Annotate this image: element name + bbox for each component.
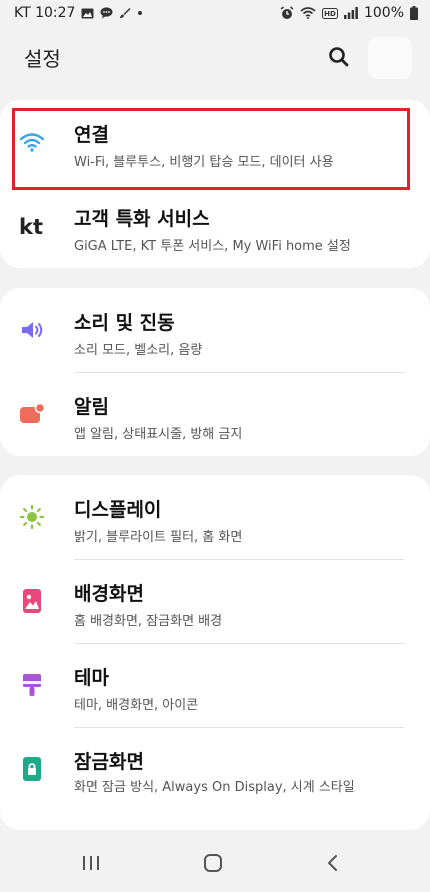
- page-title: 설정: [24, 47, 61, 71]
- dot-icon: [137, 10, 143, 16]
- settings-item-wallpaper[interactable]: 배경화면 홈 배경화면, 잠금화면 배경: [0, 559, 430, 643]
- theme-brush-icon: [18, 671, 46, 699]
- brush-icon: [119, 7, 131, 19]
- settings-item-lock-screen[interactable]: 잠금화면 화면 잠금 방식, Always On Display, 시계 스타일: [0, 727, 430, 830]
- kt-logo-icon: kt: [18, 212, 46, 240]
- signal-icon: [343, 7, 358, 19]
- chat-icon: [100, 7, 113, 19]
- settings-header: 설정: [0, 26, 430, 88]
- wifi-icon: [300, 7, 316, 19]
- settings-item-themes[interactable]: 테마 테마, 배경화면, 아이콘: [0, 643, 430, 727]
- item-title: 테마: [74, 667, 109, 689]
- item-subtitle: 밝기, 블루라이트 필터, 홈 화면: [74, 530, 243, 545]
- status-right: HD 100%: [280, 5, 418, 21]
- wallpaper-icon: [18, 587, 46, 615]
- settings-item-sounds[interactable]: 소리 및 진동 소리 모드, 벨소리, 음량: [0, 288, 430, 372]
- recents-icon[interactable]: [76, 848, 106, 878]
- svg-text:HD: HD: [324, 10, 336, 18]
- status-bar: KT 10:27 HD 100%: [0, 0, 430, 26]
- speaker-icon: [18, 316, 46, 344]
- item-title: 알림: [74, 396, 109, 418]
- status-left: KT 10:27: [14, 5, 143, 21]
- settings-item-display[interactable]: 디스플레이 밝기, 블루라이트 필터, 홈 화면: [0, 475, 430, 559]
- item-subtitle: 앱 알림, 상태표시줄, 방해 금지: [74, 427, 243, 442]
- svg-text:kt: kt: [19, 215, 43, 237]
- settings-item-kt-services[interactable]: kt 고객 특화 서비스 GiGA LTE, KT 투폰 서비스, My WiF…: [0, 184, 430, 268]
- home-icon[interactable]: [198, 848, 228, 878]
- item-title: 배경화면: [74, 583, 144, 605]
- item-title: 소리 및 진동: [74, 312, 175, 334]
- highlight-box: [12, 108, 410, 190]
- item-title: 디스플레이: [74, 499, 162, 521]
- hd-icon: HD: [321, 7, 338, 19]
- back-icon[interactable]: [318, 848, 348, 878]
- navigation-bar: [0, 834, 430, 892]
- item-title: 잠금화면: [74, 751, 144, 773]
- battery-percent: 100%: [363, 5, 404, 21]
- item-subtitle: 화면 잠금 방식, Always On Display, 시계 스타일: [74, 780, 355, 795]
- gallery-icon: [81, 8, 94, 19]
- item-subtitle: 소리 모드, 벨소리, 음량: [74, 343, 203, 358]
- notification-icon: [18, 400, 46, 428]
- lock-icon: [18, 755, 46, 783]
- settings-group-3: 디스플레이 밝기, 블루라이트 필터, 홈 화면 배경화면 홈 배경화면, 잠금…: [0, 475, 430, 830]
- battery-icon: [410, 6, 418, 20]
- settings-group-2: 소리 및 진동 소리 모드, 벨소리, 음량 알림 앱 알림, 상태표시줄, 방…: [0, 288, 430, 456]
- account-avatar[interactable]: [368, 37, 412, 79]
- item-subtitle: 테마, 배경화면, 아이콘: [74, 698, 199, 713]
- carrier-time: KT 10:27: [14, 5, 76, 21]
- item-subtitle: 홈 배경화면, 잠금화면 배경: [74, 614, 223, 629]
- brightness-icon: [18, 503, 46, 531]
- search-icon[interactable]: [326, 44, 352, 70]
- alarm-icon: [280, 6, 294, 20]
- item-subtitle: GiGA LTE, KT 투폰 서비스, My WiFi home 설정: [74, 239, 351, 254]
- settings-item-notifications[interactable]: 알림 앱 알림, 상태표시줄, 방해 금지: [0, 372, 430, 456]
- item-title: 고객 특화 서비스: [74, 208, 210, 230]
